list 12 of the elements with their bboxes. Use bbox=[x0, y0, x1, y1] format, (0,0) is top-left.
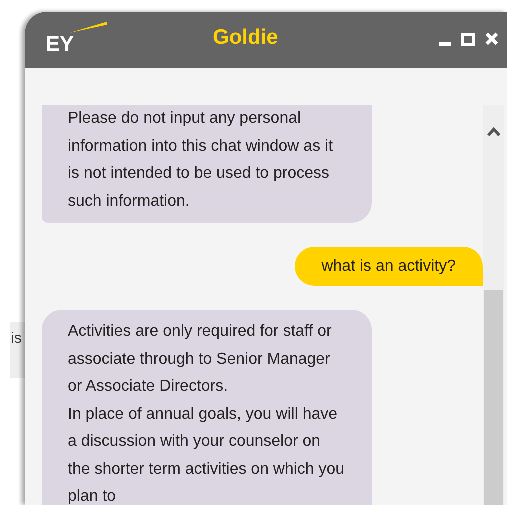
bot-message: Please do not input any personal information into this chat window as it is not intended to be used to process such information. bbox=[42, 105, 372, 223]
background-text: is bbox=[11, 329, 22, 349]
logo-stripe-icon bbox=[70, 22, 107, 33]
window-title: Goldie bbox=[213, 27, 278, 48]
bot-message: Activities are only required for staff or associate through to Senior Manager or Associate Directors. In place of annual goals, you will have a discussion with your counselor on the shorter term activities on which you plan to bbox=[42, 310, 372, 505]
user-message: what is an activity? bbox=[294, 247, 483, 286]
scroll-up-icon[interactable] bbox=[486, 127, 500, 137]
close-icon[interactable] bbox=[485, 32, 499, 46]
scrollbar-thumb[interactable] bbox=[484, 290, 503, 505]
maximize-icon[interactable] bbox=[461, 32, 475, 46]
logo-text: EY bbox=[46, 34, 74, 55]
scrollbar[interactable] bbox=[483, 105, 504, 505]
